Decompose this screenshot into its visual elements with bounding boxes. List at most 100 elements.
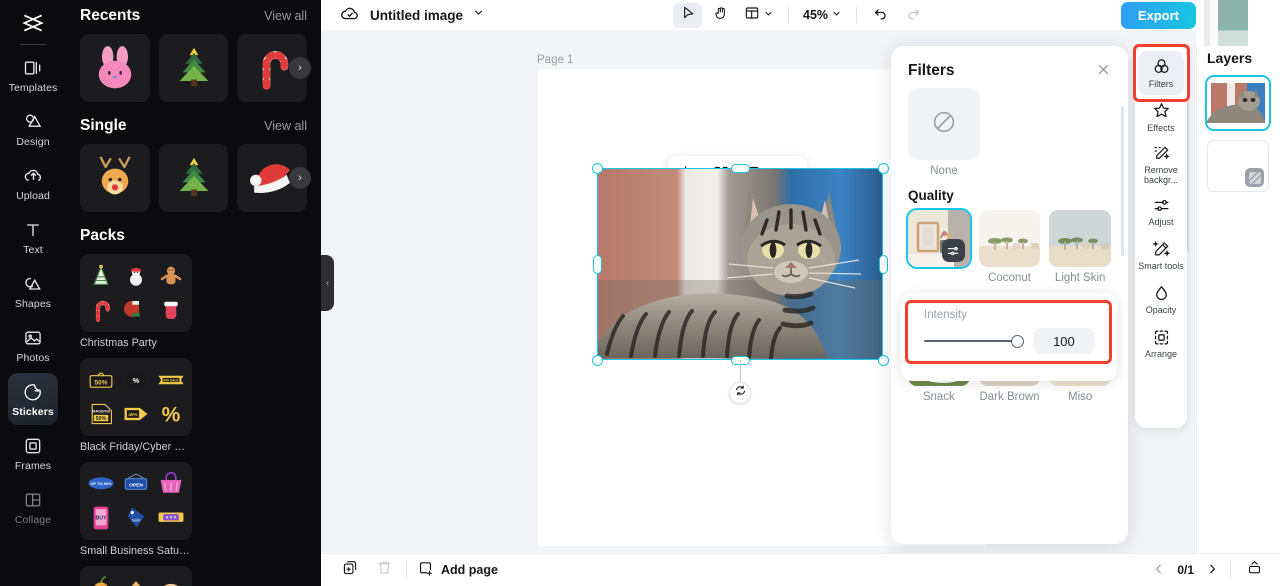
pack-name: Christmas Party	[80, 337, 157, 349]
zoom-control[interactable]: 45%	[798, 3, 847, 28]
rail-divider	[20, 44, 46, 45]
bottombar-divider	[1230, 562, 1231, 578]
sticker-tile[interactable]	[80, 144, 150, 212]
pack-item[interactable]: Christmas Party	[80, 254, 192, 349]
tool-label: Effects	[1147, 122, 1175, 133]
sidebar-item-label: Collage	[14, 513, 52, 526]
chevron-down-icon	[763, 6, 774, 24]
next-page-button[interactable]	[1205, 562, 1219, 579]
pack-item[interactable]: 50% % BIG SALE MASSIVE 50% 40% % Black Fr…	[80, 358, 192, 453]
add-page-button[interactable]: Add page	[417, 560, 498, 580]
sidebar-item-shapes[interactable]: Shapes	[8, 265, 58, 317]
adjust-sliders-icon[interactable]	[941, 239, 965, 262]
resize-handle-top[interactable]	[730, 163, 750, 173]
top-toolbar: Untitled image 45% Export	[321, 0, 1280, 30]
redo-button[interactable]	[899, 3, 928, 28]
sidebar-item-design[interactable]: Design	[8, 103, 58, 155]
trash-icon	[376, 559, 393, 581]
prev-page-button[interactable]	[1152, 562, 1166, 579]
sidebar-item-stickers[interactable]: Stickers	[8, 373, 58, 425]
section-header-packs: Packs	[80, 227, 307, 245]
expand-panel-icon	[1246, 559, 1263, 581]
sidebar-item-upload[interactable]: Upload	[8, 157, 58, 209]
layout-tool-button[interactable]	[739, 3, 779, 28]
filters-panel-scrollbar[interactable]	[1121, 106, 1124, 256]
pack-preview	[80, 254, 192, 332]
document-title[interactable]: Untitled image	[370, 8, 463, 23]
resize-handle-top-left[interactable]	[591, 162, 603, 174]
undo-button[interactable]	[866, 3, 895, 28]
bottombar-divider	[406, 562, 407, 578]
svg-text:sale: sale	[132, 517, 141, 523]
sticker-tile[interactable]	[80, 34, 150, 102]
panel-collapse-handle[interactable]: ‹	[321, 255, 334, 311]
cloud-saved-icon[interactable]	[339, 2, 361, 29]
svg-text:%: %	[162, 404, 181, 427]
sidebar-item-text[interactable]: Text	[8, 211, 58, 263]
resize-handle-top-right[interactable]	[877, 162, 889, 174]
tool-smart-tools[interactable]: Smart tools	[1138, 233, 1184, 277]
resize-handle-right[interactable]	[878, 254, 888, 274]
sticker-tile[interactable]	[158, 144, 229, 212]
view-all-link-single[interactable]: View all	[264, 119, 307, 133]
layer-item-background[interactable]	[1207, 140, 1269, 192]
sidebar-item-frames[interactable]: Frames	[8, 427, 58, 479]
pack-item[interactable]: Thanksgiving	[80, 566, 192, 586]
chevron-down-icon[interactable]	[472, 6, 485, 24]
expand-panel-button[interactable]	[1242, 558, 1266, 582]
recents-next-arrow[interactable]: ›	[289, 57, 311, 79]
transparent-checker-icon	[1245, 168, 1264, 187]
delete-page-button[interactable]	[372, 558, 396, 582]
pack-item[interactable]: UP TO 80% OPEN BUY sale Small Business S…	[80, 462, 192, 557]
view-all-link-recents[interactable]: View all	[264, 9, 307, 23]
hand-tool-button[interactable]	[706, 3, 735, 28]
tool-remove-background[interactable]: Remove backgr...	[1138, 139, 1184, 189]
topbar-tools: 45%	[673, 2, 928, 28]
layer-item-image[interactable]	[1205, 75, 1271, 131]
tool-arrange[interactable]: Arrange	[1138, 321, 1184, 365]
sidebar-item-photos[interactable]: Photos	[8, 319, 58, 371]
sticker-tile[interactable]	[158, 34, 229, 102]
duplicate-page-button[interactable]	[338, 558, 362, 582]
single-row: ›	[80, 144, 311, 212]
tool-adjust[interactable]: Adjust	[1138, 189, 1184, 233]
collage-icon	[22, 489, 44, 511]
no-filter-icon	[931, 109, 957, 140]
rotate-connector	[740, 360, 741, 382]
hand-icon	[713, 5, 729, 26]
tool-effects[interactable]: Effects	[1138, 95, 1184, 139]
layers-title: Layers	[1207, 50, 1253, 66]
slider-knob[interactable]	[1010, 334, 1024, 348]
filter-caption: Miso	[1068, 391, 1093, 403]
sidebar-item-collage[interactable]: Collage	[8, 481, 58, 533]
resize-handle-bottom-right[interactable]	[877, 354, 889, 366]
close-icon[interactable]	[1096, 62, 1111, 80]
filter-thumb-selected[interactable]	[906, 208, 972, 269]
svg-text:40%: 40%	[128, 412, 137, 417]
single-next-arrow[interactable]: ›	[289, 167, 311, 189]
tool-label: Filters	[1148, 78, 1174, 89]
filter-thumb-coconut[interactable]	[978, 210, 1041, 267]
section-header-single: Single View all	[80, 117, 307, 135]
stickers-icon	[22, 381, 44, 403]
selected-image-object[interactable]	[591, 162, 889, 404]
frames-icon	[22, 435, 44, 457]
tool-opacity[interactable]: Opacity	[1138, 277, 1184, 321]
delicacy-caption-row: Snack Dark Brown Miso	[908, 386, 1111, 403]
sidebar-item-label: Text	[23, 243, 43, 256]
filter-none-tile[interactable]	[908, 88, 980, 160]
select-tool-button[interactable]	[673, 2, 702, 28]
rotate-handle[interactable]	[729, 382, 751, 404]
sidebar-item-label: Frames	[14, 459, 52, 472]
intensity-value-input[interactable]: 100	[1033, 328, 1094, 354]
intensity-row: 100	[924, 328, 1094, 354]
export-button[interactable]: Export	[1120, 1, 1196, 29]
sidebar-item-templates[interactable]: Templates	[8, 49, 58, 101]
tool-filters[interactable]: Filters	[1138, 51, 1184, 95]
filter-thumb-lightskin[interactable]	[1049, 210, 1112, 267]
capcut-logo-icon[interactable]	[16, 6, 50, 40]
intensity-slider[interactable]	[924, 334, 1024, 348]
resize-handle-bottom-left[interactable]	[591, 354, 603, 366]
resize-handle-left[interactable]	[592, 254, 602, 274]
sidebar-item-label: Shapes	[14, 297, 52, 310]
